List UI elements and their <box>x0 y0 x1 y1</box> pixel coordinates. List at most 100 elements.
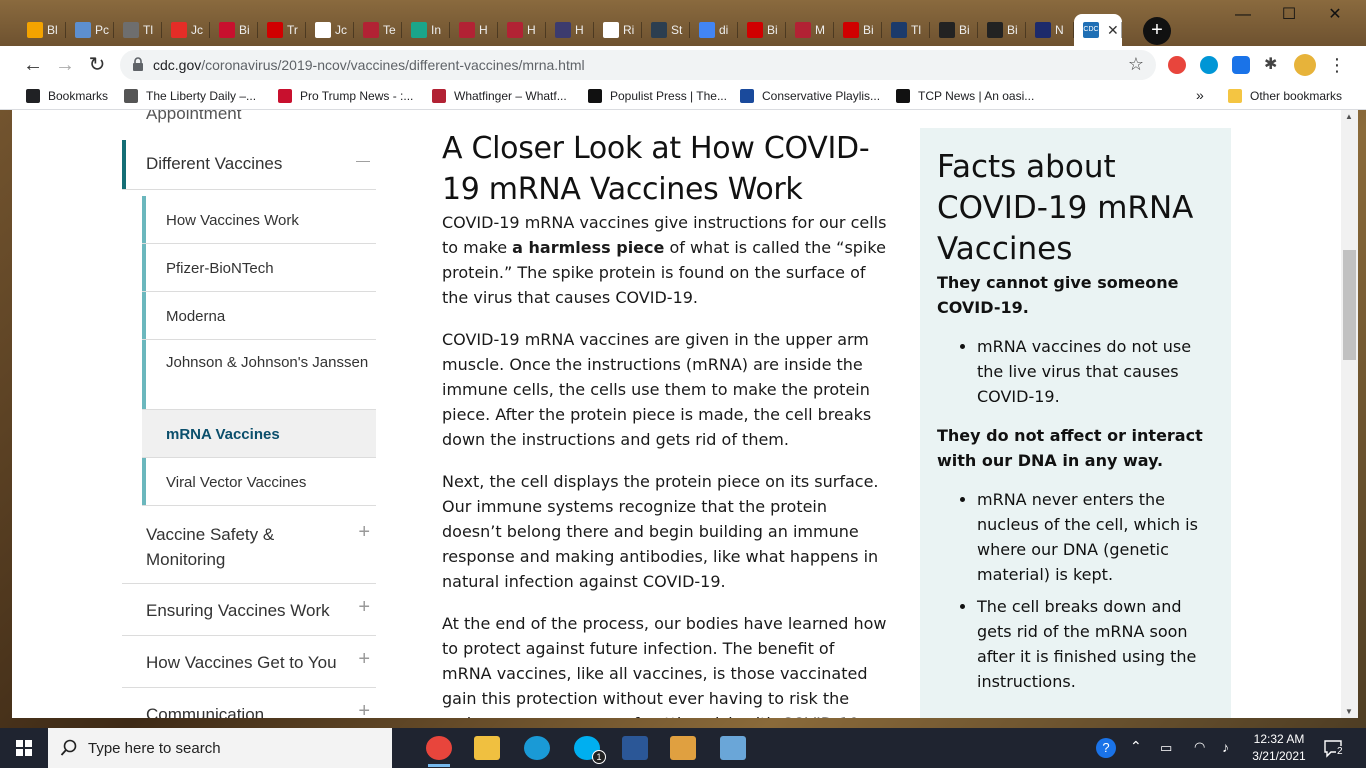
close-tab-icon[interactable]: ✕ <box>1107 22 1119 39</box>
edge-icon[interactable] <box>524 736 550 760</box>
collapse-icon[interactable]: — <box>356 152 370 168</box>
puzzle-extensions-icon[interactable]: ✱ <box>1264 54 1282 73</box>
extension-icon[interactable] <box>1232 56 1250 74</box>
browser-tab[interactable]: St <box>642 14 690 46</box>
browser-tab[interactable]: Tl <box>882 14 930 46</box>
facts-list: mRNA vaccines do not use the live virus … <box>977 334 1214 409</box>
browser-tab[interactable]: N <box>1026 14 1074 46</box>
bookmark-star-icon[interactable]: ☆ <box>1128 54 1144 75</box>
nav-subitem[interactable]: Viral Vector Vaccines <box>142 458 376 506</box>
nav-subitem[interactable]: Moderna <box>142 292 376 340</box>
wifi-icon[interactable]: ◠ <box>1194 739 1205 768</box>
menu-icon[interactable]: ⋮ <box>1324 52 1350 78</box>
browser-tab[interactable]: M <box>786 14 834 46</box>
action-center-icon[interactable]: 2 <box>1322 738 1346 758</box>
close-window-button[interactable]: ✕ <box>1312 0 1358 30</box>
expand-icon[interactable]: + <box>358 595 370 620</box>
other-bookmarks[interactable]: Other bookmarks <box>1228 89 1342 103</box>
address-bar[interactable]: cdc.gov/coronavirus/2019-ncov/vaccines/d… <box>120 50 1156 80</box>
bookmark-item[interactable]: Whatfinger – Whatf... <box>432 89 567 103</box>
tab-favicon-icon <box>843 22 859 38</box>
bookmark-label: Whatfinger – Whatf... <box>454 89 567 103</box>
tab-favicon-icon <box>411 22 427 38</box>
more-bookmarks-button[interactable]: » <box>1196 87 1204 103</box>
tab-favicon-icon <box>699 22 715 38</box>
hp-extension-icon[interactable] <box>1200 56 1218 74</box>
browser-tab[interactable]: Pc <box>66 14 114 46</box>
nav-subitem[interactable]: Pfizer-BioNTech <box>142 244 376 292</box>
notepad-icon[interactable] <box>720 736 746 760</box>
bookmark-item[interactable]: The Liberty Daily –... <box>124 89 256 103</box>
minimize-button[interactable]: — <box>1220 0 1266 30</box>
paint-icon[interactable] <box>670 736 696 760</box>
chrome-icon[interactable] <box>426 736 452 760</box>
scroll-down-icon[interactable]: ▼ <box>1345 707 1353 716</box>
nav-section[interactable]: How Vaccines Get to You + <box>122 636 376 688</box>
volume-icon[interactable]: ♪ <box>1222 739 1229 768</box>
bookmark-label: Populist Press | The... <box>610 89 727 103</box>
tab-favicon-icon <box>459 22 475 38</box>
browser-tab[interactable]: Bi <box>738 14 786 46</box>
back-button[interactable]: ← <box>20 52 46 78</box>
facts-heading: They cannot give someone COVID-19. <box>937 273 1179 317</box>
bookmark-item[interactable]: TCP News | An oasi... <box>896 89 1034 103</box>
browser-tab[interactable]: Jc <box>306 14 354 46</box>
browser-tab[interactable]: Bi <box>210 14 258 46</box>
system-clock[interactable]: 12:32 AM 3/21/2021 <box>1250 731 1308 765</box>
liberty-icon <box>124 89 138 103</box>
browser-tab[interactable]: Bi <box>930 14 978 46</box>
tcp-icon <box>896 89 910 103</box>
start-button[interactable] <box>0 728 48 768</box>
show-hidden-icons[interactable]: ⌃ <box>1130 738 1142 768</box>
nav-section[interactable]: Communication + <box>122 688 376 718</box>
nav-section[interactable]: Vaccine Safety & Monitoring + <box>122 508 376 584</box>
tab-favicon-icon <box>891 22 907 38</box>
expand-icon[interactable]: + <box>358 520 370 545</box>
bookmark-item[interactable]: Populist Press | The... <box>588 89 727 103</box>
expand-icon[interactable]: + <box>358 647 370 672</box>
browser-tab[interactable]: di <box>690 14 738 46</box>
bookmark-label: Pro Trump News - :... <box>300 89 414 103</box>
browser-tab[interactable]: H <box>546 14 594 46</box>
profile-avatar[interactable] <box>1294 54 1316 76</box>
browser-tab[interactable]: Bi <box>978 14 1026 46</box>
browser-tab[interactable]: H <box>450 14 498 46</box>
scroll-up-icon[interactable]: ▲ <box>1345 112 1353 121</box>
nav-subitem[interactable]: How Vaccines Work <box>142 196 376 244</box>
bookmark-item[interactable]: Conservative Playlis... <box>740 89 880 103</box>
battery-icon[interactable]: ▭ <box>1160 740 1172 768</box>
browser-tab[interactable]: Bi <box>834 14 882 46</box>
browser-tab[interactable]: Bl <box>18 14 66 46</box>
maximize-button[interactable]: ☐ <box>1266 0 1312 30</box>
bookmark-item[interactable]: Bookmarks <box>26 89 108 103</box>
nav-section-label: Different Vaccines <box>146 154 283 173</box>
nav-item-appointment[interactable]: Appointment <box>146 110 241 124</box>
browser-tab[interactable]: Jc <box>162 14 210 46</box>
tab-title: Bi <box>239 23 250 37</box>
reload-button[interactable]: ↻ <box>84 52 110 78</box>
bookmark-item[interactable]: Pro Trump News - :... <box>278 89 413 103</box>
star-icon <box>26 89 40 103</box>
scrollbar-thumb[interactable] <box>1343 250 1356 360</box>
nav-subitem[interactable]: Johnson & Johnson's Janssen <box>142 340 376 410</box>
browser-tab[interactable]: H <box>498 14 546 46</box>
browser-tab[interactable]: Te <box>354 14 402 46</box>
new-tab-button[interactable]: + <box>1143 17 1171 45</box>
browser-tab[interactable]: Tr <box>258 14 306 46</box>
expand-icon[interactable]: + <box>358 699 370 718</box>
file-explorer-icon[interactable] <box>474 736 500 760</box>
nav-section[interactable]: Ensuring Vaccines Work + <box>122 584 376 636</box>
page-scrollbar[interactable]: ▲ ▼ <box>1341 110 1358 718</box>
browser-tab[interactable]: Tl <box>114 14 162 46</box>
cp-icon <box>740 89 754 103</box>
taskbar-search[interactable]: Type here to search <box>48 728 392 768</box>
nav-subitem-active[interactable]: mRNA Vaccines <box>142 410 376 458</box>
nav-section-different-vaccines[interactable]: Different Vaccines — <box>122 140 376 190</box>
word-icon[interactable] <box>622 736 648 760</box>
forward-button[interactable]: → <box>52 52 78 78</box>
extension-icon[interactable] <box>1168 56 1186 74</box>
help-icon[interactable]: ? <box>1096 738 1116 758</box>
browser-tab[interactable]: In <box>402 14 450 46</box>
browser-tab[interactable]: Ri <box>594 14 642 46</box>
browser-tab-active[interactable]: CDC ✕ <box>1074 14 1122 46</box>
